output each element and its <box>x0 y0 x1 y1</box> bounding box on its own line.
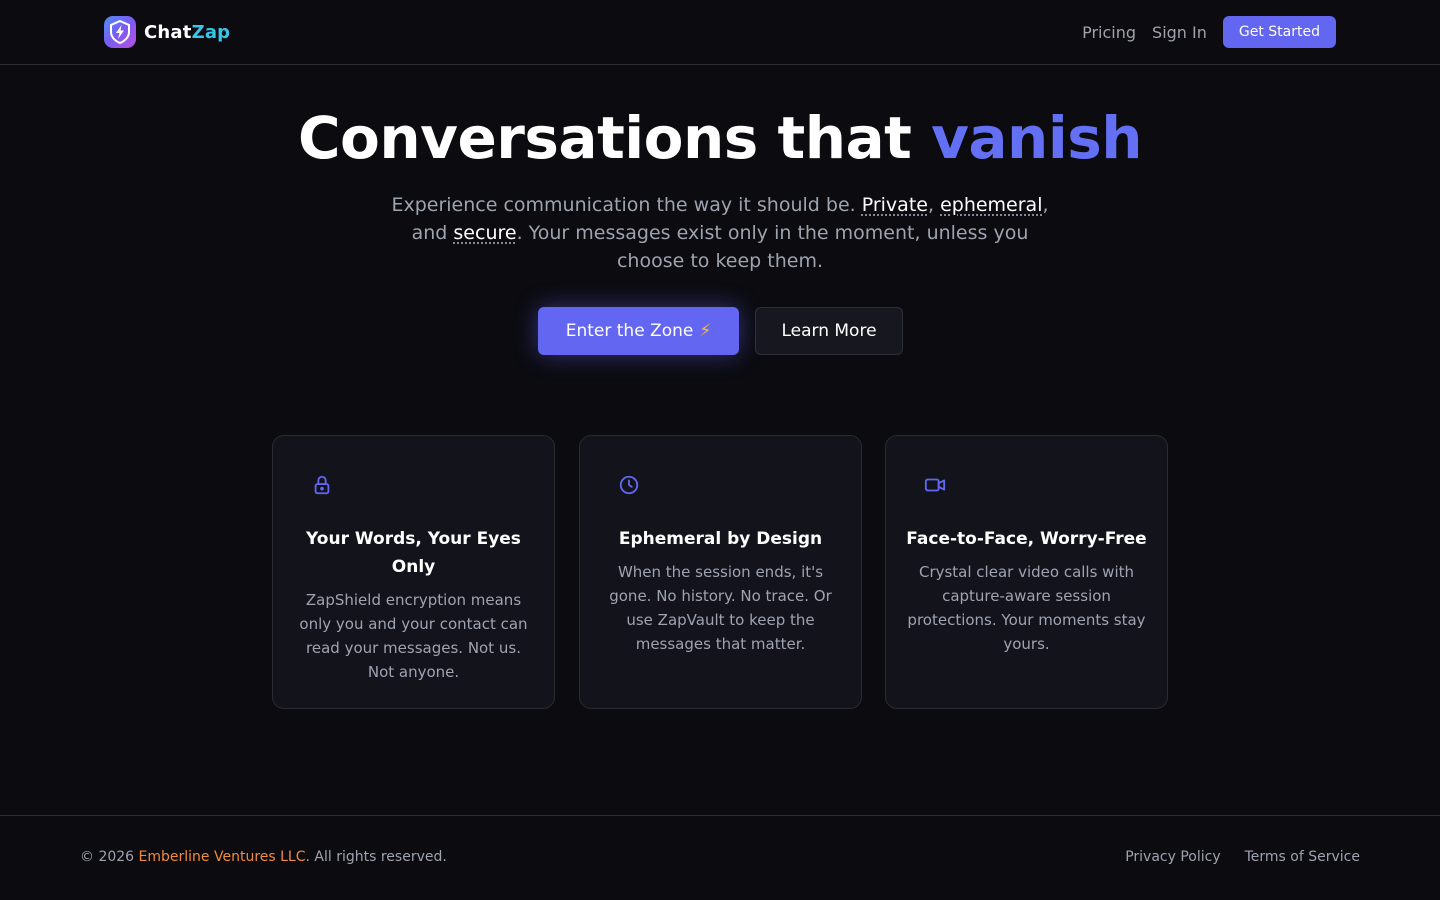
clock-icon <box>618 474 640 496</box>
subtitle-part1: Experience communication the way it shou… <box>391 194 862 216</box>
hero-title: Conversations that vanish <box>0 100 1440 176</box>
lightning-icon: ⚡ <box>699 321 712 341</box>
feature-description: Crystal clear video calls with capture-a… <box>907 563 1146 653</box>
subtitle-part2: . Your messages exist only in the moment… <box>516 222 1029 272</box>
subtitle-separator: , <box>927 194 941 216</box>
feature-title: Your Words, Your Eyes Only <box>306 529 521 577</box>
feature-card-ephemeral: Ephemeral by Design When the session end… <box>579 435 862 709</box>
feature-title: Ephemeral by Design <box>618 529 823 549</box>
enter-the-zone-label: Enter the Zone <box>565 321 694 341</box>
brand-name-part2: Zap <box>191 21 231 43</box>
lock-icon <box>311 474 333 496</box>
hero-title-main: Conversations that <box>297 104 912 172</box>
feature-card-video: Face-to-Face, Worry-Free Crystal clear v… <box>885 435 1168 709</box>
site-footer: © 2026 Emberline Ventures LLC. All right… <box>0 815 1440 900</box>
hero-title-accent: vanish <box>931 104 1143 172</box>
brand-logo-link[interactable]: ChatZap <box>104 16 230 48</box>
copyright-suffix: . All rights reserved. <box>305 849 447 865</box>
subtitle-keyword-ephemeral: ephemeral <box>940 194 1043 216</box>
nav-pricing-link[interactable]: Pricing <box>1082 23 1136 42</box>
footer-links: Privacy Policy Terms of Service <box>1125 849 1360 865</box>
subtitle-keyword-secure: secure <box>453 222 517 244</box>
copyright-notice: © 2026 Emberline Ventures LLC. All right… <box>80 849 447 865</box>
privacy-policy-link[interactable]: Privacy Policy <box>1125 849 1220 865</box>
learn-more-button[interactable]: Learn More <box>755 307 903 355</box>
top-nav: Pricing Sign In Get Started <box>1066 16 1336 48</box>
get-started-button[interactable]: Get Started <box>1222 16 1336 48</box>
feature-title: Face-to-Face, Worry-Free <box>906 529 1147 549</box>
lightning-shield-icon <box>104 16 136 48</box>
brand-name: ChatZap <box>144 22 230 43</box>
feature-description: ZapShield encryption means only you and … <box>299 591 528 681</box>
hero-subtitle: Experience communication the way it shou… <box>380 191 1060 275</box>
feature-description: When the session ends, it's gone. No his… <box>609 563 832 653</box>
video-icon <box>924 474 946 496</box>
brand-name-part1: Chat <box>144 21 192 43</box>
company-name: Emberline Ventures LLC <box>138 849 306 865</box>
terms-of-service-link[interactable]: Terms of Service <box>1245 849 1360 865</box>
feature-card-encryption: Your Words, Your Eyes Only ZapShield enc… <box>272 435 555 709</box>
nav-sign-in-link[interactable]: Sign In <box>1152 23 1207 42</box>
site-header: ChatZap Pricing Sign In Get Started <box>0 0 1440 65</box>
copyright-prefix: © 2026 <box>80 849 139 865</box>
landing-page: ChatZap Pricing Sign In Get Started Conv… <box>0 0 1440 900</box>
subtitle-keyword-private: Private <box>861 194 928 216</box>
enter-the-zone-button[interactable]: Enter the Zone ⚡ <box>538 307 739 355</box>
